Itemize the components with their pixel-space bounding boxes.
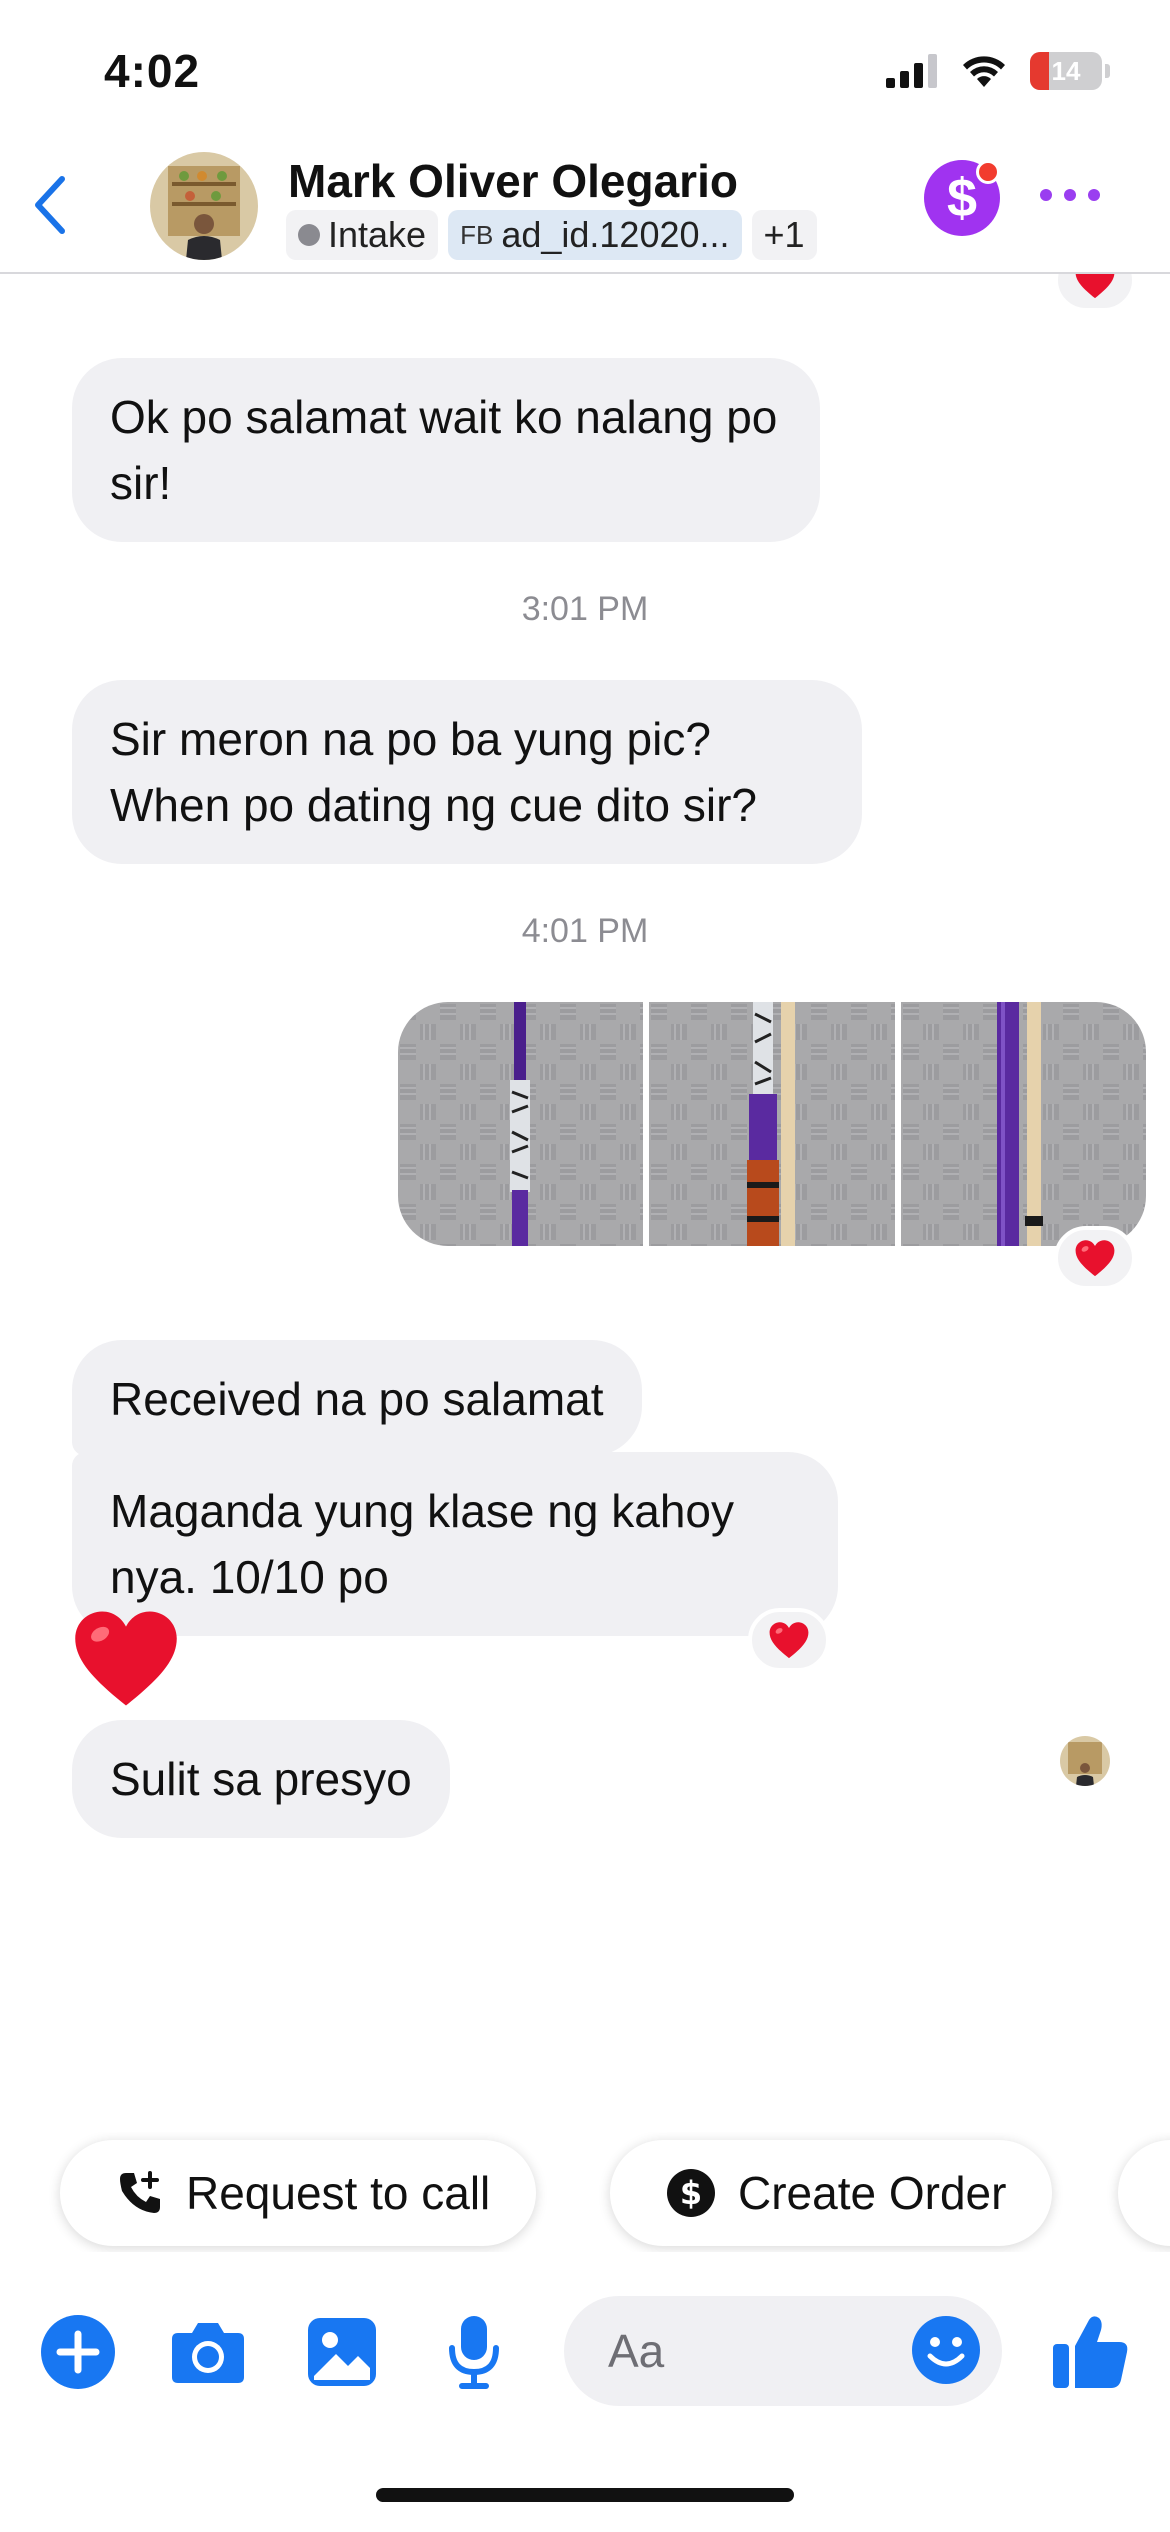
status-icons: 14 (886, 52, 1110, 90)
microphone-icon (449, 2316, 499, 2389)
plus-icon (41, 2315, 115, 2389)
contact-tags: Intake FB ad_id.12020... +1 (286, 210, 817, 260)
battery-level: 14 (1051, 55, 1081, 86)
home-indicator (376, 2488, 794, 2502)
photo-attachment-group[interactable] (398, 1002, 1146, 1246)
contact-name[interactable]: Mark Oliver Olegario (288, 154, 738, 208)
tag-prefix: FB (460, 219, 494, 250)
message-bubble[interactable]: Maganda yung klase ng kahoy nya. 10/10 p… (72, 1452, 838, 1636)
request-to-call-button[interactable]: Request to call (60, 2140, 537, 2246)
message-text: Maganda yung klase ng kahoy nya. 10/10 p… (110, 1485, 734, 1603)
quick-replies: Request to call $ Create Order (0, 2132, 1170, 2252)
seen-avatar (1060, 1736, 1110, 1786)
status-dot-icon (298, 224, 320, 246)
composer-bar: Aa (0, 2290, 1170, 2414)
status-bar: 4:02 14 (0, 0, 1170, 140)
heart-emoji-icon[interactable] (72, 1608, 180, 1708)
battery-indicator: 14 (1030, 52, 1102, 90)
add-button[interactable] (38, 2312, 118, 2392)
timestamp: 3:01 PM (521, 590, 649, 628)
voice-button[interactable] (434, 2312, 514, 2392)
dollar-circle-icon: $ (667, 2169, 715, 2217)
thumbs-up-icon (1053, 2316, 1128, 2388)
photo-thumbnail[interactable] (398, 1002, 644, 1246)
message-bubble[interactable]: Sulit sa presyo (72, 1720, 450, 1838)
tag-label: +1 (763, 214, 805, 255)
svg-text:$: $ (680, 2174, 702, 2212)
message-text: Sir meron na po ba yung pic? When po dat… (110, 713, 757, 831)
heart-icon (1074, 1239, 1116, 1277)
emoji-icon[interactable] (910, 2314, 982, 2386)
quick-reply-label: Create Order (738, 2167, 1007, 2219)
wifi-icon (963, 56, 1005, 87)
tag-ad-id[interactable]: FB ad_id.12020... (448, 210, 742, 260)
tag-label: Intake (328, 214, 427, 255)
more-icon (1040, 189, 1052, 201)
heart-icon (768, 1621, 810, 1659)
photo-thumbnail[interactable] (649, 1002, 895, 1246)
like-button[interactable] (1050, 2312, 1130, 2392)
heart-icon (1074, 274, 1116, 299)
quick-reply-label: Request to call (186, 2167, 491, 2219)
timestamp: 4:01 PM (521, 912, 649, 950)
contact-avatar[interactable] (150, 152, 258, 260)
phone-plus-icon (120, 2171, 160, 2213)
reaction-badge[interactable] (1054, 1226, 1136, 1290)
tag-label: ad_id.12020... (501, 214, 730, 255)
message-bubble[interactable]: Ok po salamat wait ko nalang po sir! (72, 358, 820, 542)
status-time: 4:02 (104, 45, 201, 97)
image-icon (308, 2318, 376, 2386)
conversation-header: Mark Oliver Olegario Intake FB ad_id.120… (0, 140, 1170, 274)
quick-reply-partial[interactable] (1118, 2140, 1170, 2246)
more-options-button[interactable] (1040, 180, 1100, 210)
gallery-button[interactable] (302, 2312, 382, 2392)
message-text: Received na po salamat (110, 1373, 604, 1425)
reaction-badge[interactable] (1054, 274, 1136, 312)
tag-more[interactable]: +1 (751, 210, 817, 260)
message-list[interactable]: Ok po salamat wait ko nalang po sir! 3:0… (0, 274, 1170, 2114)
message-bubble[interactable]: Received na po salamat (72, 1340, 642, 1456)
camera-icon (172, 2323, 244, 2383)
photo-thumbnail[interactable] (900, 1002, 1146, 1246)
signal-icon (886, 54, 937, 88)
chevron-left-icon (35, 176, 65, 234)
notification-dot (976, 160, 1000, 184)
message-text: Sulit sa presyo (110, 1753, 412, 1805)
reaction-badge[interactable] (748, 1608, 830, 1672)
dollar-icon: $ (946, 168, 978, 228)
message-text: Ok po salamat wait ko nalang po sir! (110, 391, 778, 509)
tag-intake[interactable]: Intake (286, 210, 439, 260)
message-input-placeholder: Aa (608, 2325, 665, 2377)
create-order-button[interactable]: $ Create Order (610, 2140, 1053, 2246)
message-bubble[interactable]: Sir meron na po ba yung pic? When po dat… (72, 680, 862, 864)
camera-button[interactable] (168, 2312, 248, 2392)
back-button[interactable] (22, 170, 78, 240)
